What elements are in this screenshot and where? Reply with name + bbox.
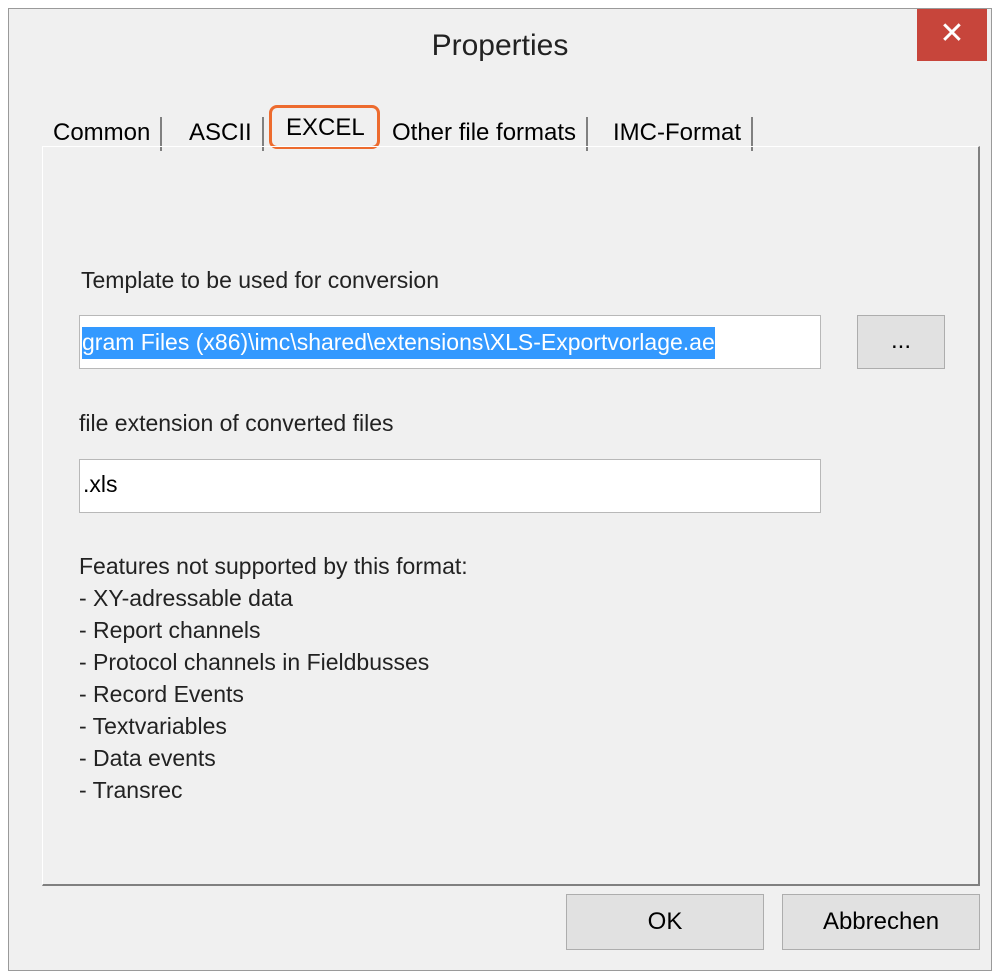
- tab-label: Other file formats: [392, 119, 577, 146]
- extension-label: file extension of converted files: [79, 410, 394, 436]
- ok-button[interactable]: OK: [566, 894, 764, 950]
- file-extension-value: .xls: [83, 471, 118, 497]
- feature-item: - Textvariables: [79, 713, 227, 739]
- feature-item: - Record Events: [79, 681, 244, 707]
- ok-button-label: OK: [647, 908, 683, 935]
- dialog-title: Properties: [431, 29, 569, 62]
- file-extension-input[interactable]: .xls: [79, 459, 821, 513]
- tab-label: IMC-Format: [613, 119, 741, 146]
- feature-item: - XY-adressable data: [79, 585, 293, 611]
- tab-excel[interactable]: EXCEL: [269, 105, 380, 149]
- feature-item: - Protocol channels in Fieldbusses: [79, 649, 430, 675]
- browse-button-label: ...: [890, 327, 911, 354]
- features-heading: Features not supported by this format:: [79, 553, 468, 579]
- tab-label: EXCEL: [286, 114, 365, 141]
- template-path-input[interactable]: gram Files (x86)\imc\shared\extensions\X…: [79, 315, 821, 369]
- template-path-value: gram Files (x86)\imc\shared\extensions\X…: [82, 327, 715, 359]
- close-icon: ✕: [939, 17, 965, 50]
- feature-item: - Data events: [79, 745, 216, 771]
- cancel-button-label: Abbrechen: [822, 908, 940, 935]
- feature-item: - Report channels: [79, 617, 261, 643]
- browse-button[interactable]: ...: [857, 315, 945, 369]
- close-button[interactable]: ✕: [917, 9, 987, 61]
- properties-dialog: Properties ✕ Common ASCII EXCEL Other fi…: [8, 8, 992, 971]
- feature-item: - Transrec: [79, 777, 183, 803]
- cancel-button[interactable]: Abbrechen: [782, 894, 980, 950]
- unsupported-features-list: Features not supported by this format: -…: [79, 550, 468, 806]
- template-label: Template to be used for conversion: [81, 267, 439, 293]
- tab-label: Common: [53, 119, 151, 146]
- tab-label: ASCII: [189, 119, 252, 146]
